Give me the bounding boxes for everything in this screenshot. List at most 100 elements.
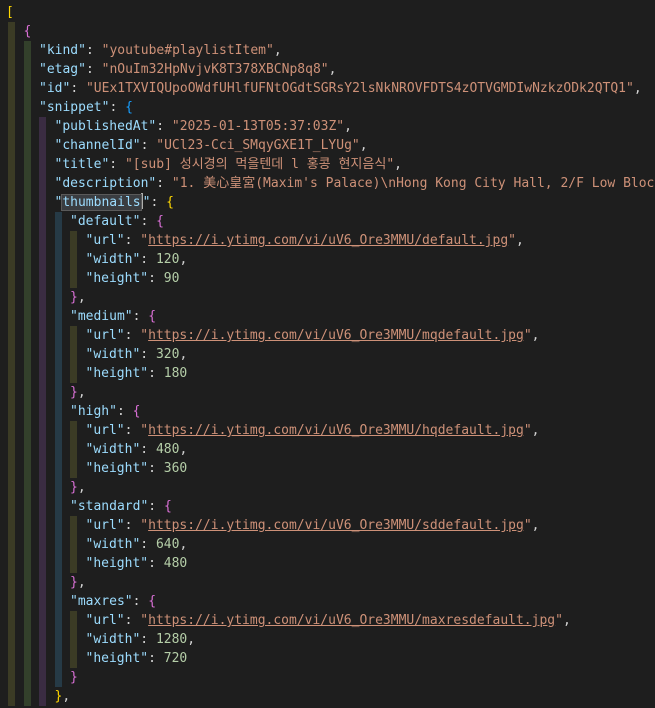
code-line[interactable]: },: [0, 288, 655, 307]
code-text: "width": 480,: [86, 440, 188, 459]
indent-guide: [23, 98, 31, 117]
code-line[interactable]: "maxres": {: [0, 592, 655, 611]
code-line[interactable]: "standard": {: [0, 497, 655, 516]
url-link[interactable]: https://i.ytimg.com/vi/uV6_Ore3MMU/sddef…: [148, 518, 524, 533]
code-line[interactable]: "url": "https://i.ytimg.com/vi/uV6_Ore3M…: [0, 231, 655, 250]
number-value: 90: [163, 271, 180, 286]
punctuation: :: [85, 62, 102, 77]
number-value: 180: [163, 366, 188, 381]
code-line[interactable]: "channelId": "UCl23-Cci_SMqyGXE1T_LYUg",: [0, 136, 655, 155]
bracket: {: [148, 594, 157, 609]
string-value: ": [523, 423, 532, 438]
bracket: }: [70, 575, 78, 590]
code-line[interactable]: "width": 120,: [0, 250, 655, 269]
code-line[interactable]: "width": 1280,: [0, 630, 655, 649]
code-line[interactable]: "height": 720: [0, 649, 655, 668]
indent-guide: [70, 364, 77, 383]
code-line[interactable]: {: [0, 22, 655, 41]
code-line[interactable]: "width": 320,: [0, 345, 655, 364]
code-line[interactable]: "medium": {: [0, 307, 655, 326]
code-text: "url": "https://i.ytimg.com/vi/uV6_Ore3M…: [86, 611, 571, 630]
code-line[interactable]: "height": 90: [0, 269, 655, 288]
code-line[interactable]: },: [0, 573, 655, 592]
code-line[interactable]: "url": "https://i.ytimg.com/vi/uV6_Ore3M…: [0, 516, 655, 535]
code-line[interactable]: "id": "UEx1TXVIQUpoOWdfUHlfUFNtOGdtSGRsY…: [0, 79, 655, 98]
punctuation: ,: [179, 442, 188, 457]
string-value: ": [140, 423, 149, 438]
indent-guide: [8, 250, 15, 269]
json-key: "url": [85, 233, 125, 248]
code-line[interactable]: "etag": "nOuIm32HpNvjvK8T378XBCNp8q8",: [0, 60, 655, 79]
code-text: "height": 90: [86, 269, 180, 288]
json-key: "height": [85, 651, 149, 666]
punctuation: :: [140, 632, 156, 647]
punctuation: ,: [273, 43, 282, 58]
code-line[interactable]: "high": {: [0, 402, 655, 421]
json-key: "description": [54, 176, 157, 191]
code-line[interactable]: "snippet": {: [0, 98, 655, 117]
code-line[interactable]: }: [0, 668, 655, 687]
indent-guide: [8, 155, 15, 174]
code-line[interactable]: "width": 640,: [0, 535, 655, 554]
url-link[interactable]: https://i.ytimg.com/vi/uV6_Ore3MMU/maxre…: [148, 613, 555, 628]
indent-guide: [39, 497, 46, 516]
code-line[interactable]: "publishedAt": "2025-01-13T05:37:03Z",: [0, 117, 655, 136]
url-link[interactable]: https://i.ytimg.com/vi/uV6_Ore3MMU/defau…: [148, 233, 508, 248]
bracket: {: [23, 24, 32, 39]
json-key: thumbnails: [61, 194, 142, 211]
json-key: "kind": [39, 43, 86, 58]
json-editor[interactable]: [ { "kind": "youtube#playlistItem", "etag":…: [0, 0, 655, 708]
indent-guide: [23, 269, 31, 288]
indent-guide: [23, 117, 31, 136]
code-line[interactable]: "description": "1. 美心皇宮(Maxim's Palace)\…: [0, 174, 655, 193]
indent-guide: [54, 326, 62, 345]
indent-guide: [54, 535, 62, 554]
indent-guide: [8, 459, 15, 478]
punctuation: ,: [633, 81, 642, 96]
indent-guide: [8, 288, 15, 307]
bracket: [: [6, 5, 14, 20]
indent-guide: [54, 630, 62, 649]
indent-guide: [54, 345, 62, 364]
string-value: "UEx1TXVIQUpoOWdfUHlfUFNtOGdtSGRsY2lsNkN…: [85, 81, 634, 96]
json-key: "id": [39, 81, 71, 96]
code-line[interactable]: "thumbnails ": {: [0, 193, 655, 212]
code-line[interactable]: "url": "https://i.ytimg.com/vi/uV6_Ore3M…: [0, 611, 655, 630]
json-key: "height": [85, 271, 149, 286]
code-line[interactable]: },: [0, 478, 655, 497]
code-line[interactable]: "height": 480: [0, 554, 655, 573]
code-line[interactable]: "title": "[sub] 성시경의 먹을텐데 l 홍콩 현지음식",: [0, 155, 655, 174]
indent-guide: [23, 136, 31, 155]
code-line[interactable]: "kind": "youtube#playlistItem",: [0, 41, 655, 60]
code-line[interactable]: "width": 480,: [0, 440, 655, 459]
punctuation: ,: [62, 689, 71, 704]
indent-guide: [8, 668, 15, 687]
punctuation: ,: [359, 138, 368, 153]
indent-guide: [39, 250, 46, 269]
indent-guide: [70, 421, 77, 440]
code-line[interactable]: "height": 180: [0, 364, 655, 383]
code-line[interactable]: },: [0, 383, 655, 402]
string-value: ": [140, 328, 149, 343]
json-key: "standard": [70, 499, 149, 514]
code-line[interactable]: "url": "https://i.ytimg.com/vi/uV6_Ore3M…: [0, 326, 655, 345]
punctuation: :: [124, 613, 141, 628]
punctuation: ,: [77, 385, 86, 400]
indent-guide: [39, 364, 46, 383]
indent-guide: [39, 402, 46, 421]
indent-guide: [54, 212, 62, 231]
url-link[interactable]: https://i.ytimg.com/vi/uV6_Ore3MMU/mqdef…: [148, 328, 524, 343]
code-line[interactable]: },: [0, 687, 655, 706]
code-line[interactable]: "default": {: [0, 212, 655, 231]
punctuation: :: [140, 214, 157, 229]
code-text: "width": 320,: [86, 345, 188, 364]
json-key: "snippet": [39, 100, 110, 115]
bracket: }: [70, 290, 78, 305]
json-key: "height": [85, 461, 149, 476]
indent-guide: [23, 630, 31, 649]
code-line[interactable]: "height": 360: [0, 459, 655, 478]
url-link[interactable]: https://i.ytimg.com/vi/uV6_Ore3MMU/hqdef…: [148, 423, 524, 438]
string-value: ": [523, 518, 532, 533]
code-line[interactable]: "url": "https://i.ytimg.com/vi/uV6_Ore3M…: [0, 421, 655, 440]
code-line[interactable]: [: [0, 3, 655, 22]
